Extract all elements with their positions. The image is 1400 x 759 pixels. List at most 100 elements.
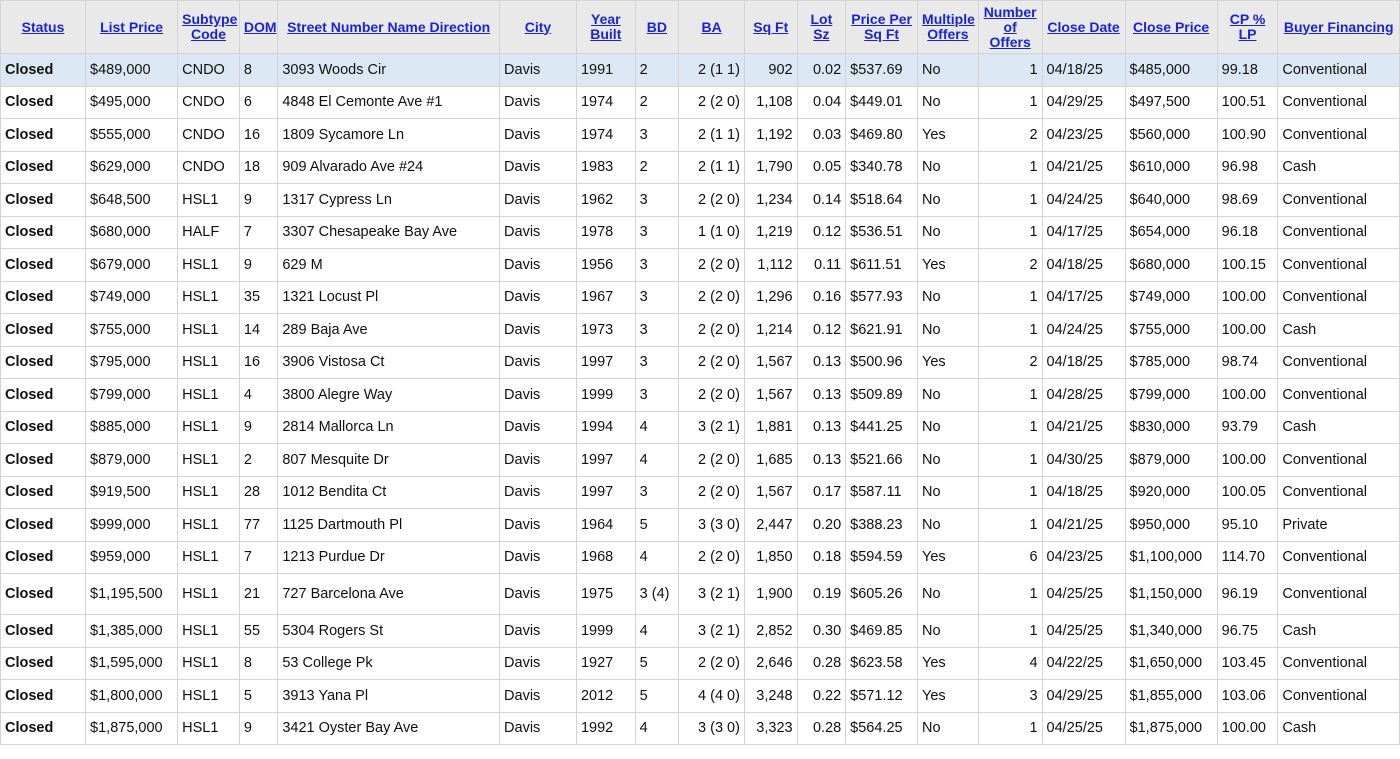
cell-ba: 2 (2 0) [678, 183, 745, 217]
cell-num-offers: 1 [977, 443, 1043, 477]
cell-year-built: 1997 [575, 443, 636, 477]
cell-ba: 2 (2 0) [678, 280, 745, 314]
cell-lot: 0.04 [796, 85, 847, 119]
column-header-sqft[interactable]: Sq Ft [743, 0, 798, 54]
column-header-list-price[interactable]: List Price [85, 0, 179, 54]
column-header-close-date[interactable]: Close Date [1041, 0, 1126, 54]
cell-multi: No [917, 183, 979, 217]
cell-dom: 8 [238, 646, 279, 680]
cell-lot: 0.12 [796, 215, 847, 249]
cell-close-date: 04/21/25 [1041, 150, 1126, 184]
cell-subtype: HSL1 [177, 443, 240, 477]
cell-multi: Yes [917, 679, 979, 713]
cell-cp-lp: 100.00 [1216, 443, 1279, 477]
cell-sqft: 1,850 [743, 540, 798, 574]
table-row[interactable]: Closed $749,000 HSL1 35 1321 Locust Pl Davis 1… [0, 280, 1400, 314]
cell-status: Closed [0, 248, 87, 282]
cell-bd: 3 [634, 215, 680, 249]
cell-multi: Yes [917, 118, 979, 152]
table-row[interactable]: Closed $1,800,000 HSL1 5 3913 Yana Pl Davis 20… [0, 679, 1400, 713]
table-row[interactable]: Closed $1,385,000 HSL1 55 5304 Rogers St Davi… [0, 614, 1400, 648]
cell-ppsf: $500.96 [845, 345, 919, 379]
table-row[interactable]: Closed $885,000 HSL1 9 2814 Mallorca Ln Davis… [0, 410, 1400, 444]
cell-close-date: 04/23/25 [1041, 118, 1126, 152]
cell-ppsf: $571.12 [845, 679, 919, 713]
table-row[interactable]: Closed $879,000 HSL1 2 807 Mesquite Dr Davis 1… [0, 443, 1400, 477]
cell-list-price: $879,000 [85, 443, 179, 477]
column-header-num-offers[interactable]: Number of Offers [977, 0, 1043, 54]
cell-financing: Conventional [1277, 53, 1400, 87]
table-row[interactable]: Closed $755,000 HSL1 14 289 Baja Ave Davis 197… [0, 313, 1400, 347]
table-row[interactable]: Closed $648,500 HSL1 9 1317 Cypress Ln Davis 1… [0, 183, 1400, 217]
table-row[interactable]: Closed $795,000 HSL1 16 3906 Vistosa Ct Davis… [0, 345, 1400, 379]
table-row[interactable]: Closed $1,875,000 HSL1 9 3421 Oyster Bay Ave… [0, 711, 1400, 745]
cell-status: Closed [0, 679, 87, 713]
column-header-address[interactable]: Street Number Name Direction [277, 0, 501, 54]
column-header-ppsf[interactable]: Price Per Sq Ft [845, 0, 919, 54]
column-header-ba[interactable]: BA [678, 0, 745, 54]
cell-status: Closed [0, 378, 87, 412]
cell-city: Davis [499, 215, 577, 249]
table-row[interactable]: Closed $679,000 HSL1 9 629 M Davis 1956 3 2 (2 0… [0, 248, 1400, 282]
table-row[interactable]: Closed $489,000 CNDO 8 3093 Woods Cir Davis 19… [0, 53, 1400, 87]
cell-cp-lp: 93.79 [1216, 410, 1279, 444]
cell-city: Davis [499, 313, 577, 347]
cell-num-offers: 3 [977, 679, 1043, 713]
cell-sqft: 1,108 [743, 85, 798, 119]
cell-status: Closed [0, 150, 87, 184]
cell-subtype: HSL1 [177, 475, 240, 509]
column-header-cp-lp[interactable]: CP % LP [1216, 0, 1279, 54]
table-row[interactable]: Closed $919,500 HSL1 28 1012 Bendita Ct Davis… [0, 475, 1400, 509]
cell-lot: 0.02 [796, 53, 847, 87]
cell-bd: 5 [634, 508, 680, 542]
column-header-close-price[interactable]: Close Price [1124, 0, 1218, 54]
table-row[interactable]: Closed $629,000 CNDO 18 909 Alvarado Ave #24… [0, 150, 1400, 184]
cell-sqft: 1,112 [743, 248, 798, 282]
table-row[interactable]: Closed $1,195,500 HSL1 21 727 Barcelona Ave D… [0, 573, 1400, 615]
column-header-status[interactable]: Status [0, 0, 87, 54]
table-row[interactable]: Closed $999,000 HSL1 77 1125 Dartmouth Pl Dav… [0, 508, 1400, 542]
column-header-year-built[interactable]: Year Built [575, 0, 636, 54]
column-header-dom[interactable]: DOM [238, 0, 279, 54]
cell-ppsf: $605.26 [845, 573, 919, 615]
column-header-multi[interactable]: Multiple Offers [917, 0, 979, 54]
cell-ba: 2 (2 0) [678, 443, 745, 477]
cell-num-offers: 1 [977, 183, 1043, 217]
table-row[interactable]: Closed $555,000 CNDO 16 1809 Sycamore Ln Davi… [0, 118, 1400, 152]
cell-num-offers: 1 [977, 85, 1043, 119]
table-row[interactable]: Closed $959,000 HSL1 7 1213 Purdue Dr Davis 19… [0, 540, 1400, 574]
cell-ba: 2 (2 0) [678, 345, 745, 379]
cell-ba: 3 (2 1) [678, 410, 745, 444]
column-header-subtype[interactable]: Subtype Code [177, 0, 240, 54]
cell-list-price: $629,000 [85, 150, 179, 184]
cell-sqft: 2,447 [743, 508, 798, 542]
cell-financing: Cash [1277, 313, 1400, 347]
cell-multi: Yes [917, 248, 979, 282]
cell-financing: Conventional [1277, 378, 1400, 412]
cell-ppsf: $340.78 [845, 150, 919, 184]
cell-close-date: 04/25/25 [1041, 614, 1126, 648]
cell-cp-lp: 100.00 [1216, 378, 1279, 412]
cell-lot: 0.16 [796, 280, 847, 314]
cell-multi: No [917, 410, 979, 444]
cell-list-price: $799,000 [85, 378, 179, 412]
cell-financing: Conventional [1277, 183, 1400, 217]
cell-status: Closed [0, 410, 87, 444]
cell-status: Closed [0, 85, 87, 119]
cell-status: Closed [0, 215, 87, 249]
cell-ppsf: $449.01 [845, 85, 919, 119]
cell-dom: 7 [238, 215, 279, 249]
cell-list-price: $795,000 [85, 345, 179, 379]
table-row[interactable]: Closed $799,000 HSL1 4 3800 Alegre Way Davis 1… [0, 378, 1400, 412]
column-header-bd[interactable]: BD [634, 0, 680, 54]
column-header-city[interactable]: City [499, 0, 577, 54]
column-header-lot[interactable]: Lot Sz [796, 0, 847, 54]
table-row[interactable]: Closed $1,595,000 HSL1 8 53 College Pk Davis 1… [0, 646, 1400, 680]
table-row[interactable]: Closed $680,000 HALF 7 3307 Chesapeake Bay A… [0, 215, 1400, 249]
table-row[interactable]: Closed $495,000 CNDO 6 4848 El Cemonte Ave #… [0, 85, 1400, 119]
cell-sqft: 1,214 [743, 313, 798, 347]
cell-lot: 0.13 [796, 443, 847, 477]
column-header-financing[interactable]: Buyer Financing [1277, 0, 1400, 54]
cell-year-built: 1956 [575, 248, 636, 282]
cell-close-price: $654,000 [1124, 215, 1218, 249]
